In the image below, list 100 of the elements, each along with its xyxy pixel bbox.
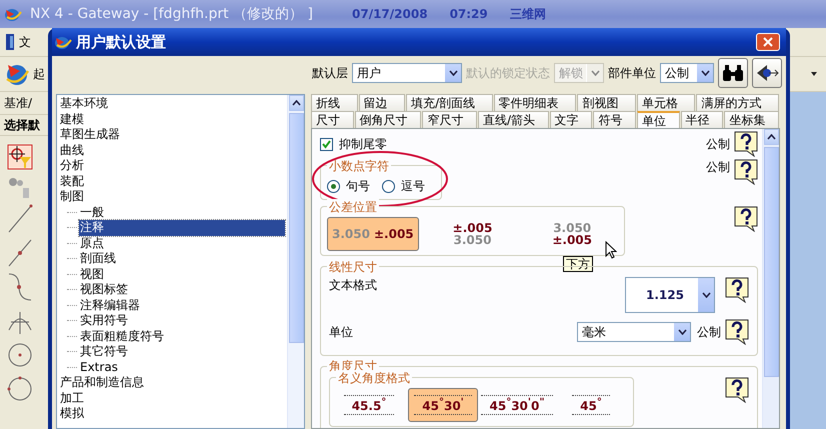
standard-label: 公制 (697, 324, 721, 340)
close-icon (763, 37, 773, 47)
time-text: 07:29 (450, 7, 488, 21)
tree-item[interactable]: 注释编辑器 (79, 298, 285, 313)
tree-item[interactable]: 视图 (79, 266, 285, 282)
radio-label: 句号 (346, 178, 370, 195)
tab[interactable]: 剖视图 (577, 94, 636, 111)
chevron-down-icon (448, 70, 458, 76)
chevron-up-icon[interactable] (292, 100, 300, 106)
radio-label: 逗号 (401, 178, 425, 195)
tolerance-option[interactable]: 3.050 ±.005 (426, 217, 518, 251)
text-format-label: 文本格式 (329, 277, 377, 294)
tolerance-option[interactable]: 3.050 ±.005 (327, 217, 419, 251)
angle-format-option[interactable]: 45$^{°}$30$^{'}$0$^{"}$ (482, 388, 552, 422)
tab[interactable]: 留边 (358, 94, 406, 111)
tab[interactable]: 符号 (593, 111, 636, 128)
tree-item[interactable]: Extras (79, 360, 285, 375)
help-icon[interactable] (725, 277, 749, 303)
tree-item[interactable]: 建模 (59, 112, 285, 127)
app-logo-icon (4, 6, 22, 22)
tree-item[interactable]: 注释 (79, 220, 285, 236)
chevron-down-icon (700, 70, 710, 76)
tree-item[interactable]: 曲线 (59, 142, 285, 158)
binoculars-icon (722, 64, 744, 82)
lock-state-label: 默认的锁定状态 (466, 64, 550, 82)
tab[interactable]: 满屏的方式 (696, 94, 779, 111)
tab[interactable]: 文字 (550, 111, 592, 128)
tolerance-option[interactable]: 3.050 ±.005 (526, 217, 618, 251)
angle-format-option[interactable]: 45.5$^{°}$ (334, 388, 404, 422)
radio-button[interactable] (327, 180, 340, 193)
angle-format-option[interactable]: 45$^{°}$ (556, 388, 626, 422)
selection-label: 选择默 (4, 116, 40, 134)
find-button[interactable] (718, 58, 748, 88)
part-units-dropdown[interactable]: 公制 (660, 63, 714, 83)
tree-item[interactable]: 实用符号 (79, 313, 285, 328)
selection-filter-icon[interactable] (7, 144, 33, 170)
radio-button[interactable] (382, 180, 395, 193)
dialog-title: 用户默认设置 (76, 32, 166, 52)
tab[interactable]: 单位 (636, 111, 680, 128)
tab[interactable]: 尺寸 (311, 111, 354, 128)
tab[interactable]: 坐标集 (724, 111, 779, 128)
layer-dropdown[interactable]: 用户 (352, 63, 462, 83)
group-title: 小数点字符 (327, 158, 391, 175)
part-units-label: 部件单位 (608, 64, 656, 82)
close-button[interactable] (756, 33, 780, 51)
scrollbar[interactable] (287, 95, 304, 428)
tree-item[interactable]: 剖面线 (79, 251, 285, 266)
layer-label: 默认层 (312, 64, 348, 82)
tree-item[interactable]: 表面粗糙度符号 (79, 328, 285, 344)
chevron-down-icon (590, 70, 600, 76)
tree-item[interactable]: 模拟 (59, 406, 285, 422)
help-icon[interactable] (734, 159, 758, 185)
scrollbar[interactable] (762, 129, 779, 428)
angle-format-option[interactable]: 45$^{°}$30$^{'}$ (408, 388, 478, 422)
tree-item[interactable]: 装配 (59, 174, 285, 189)
tree-item[interactable]: 产品和制造信息 (59, 375, 285, 390)
group-title: 公差位置 (327, 199, 379, 216)
tree-item[interactable]: 基本环境 (59, 96, 285, 112)
eye-arrow-icon (755, 63, 779, 83)
menu-item[interactable]: 文 (19, 34, 31, 50)
toolbar-item[interactable]: 起 (33, 66, 45, 82)
unit-dropdown[interactable]: 毫米 (577, 322, 691, 342)
tree-item[interactable]: 其它符号 (79, 344, 285, 360)
help-icon[interactable] (734, 131, 758, 157)
caret-icon[interactable] (810, 71, 818, 77)
help-icon[interactable] (734, 206, 758, 232)
tab[interactable]: 半径 (680, 111, 724, 128)
settings-button[interactable] (752, 58, 782, 88)
tab[interactable]: 填充/剖面线 (406, 94, 493, 111)
tree-item[interactable]: 草图生成器 (59, 127, 285, 142)
text-format-dropdown[interactable]: 1.125 (625, 277, 715, 313)
chevron-up-icon[interactable] (766, 134, 776, 140)
help-icon[interactable] (725, 319, 749, 345)
line-icon[interactable] (7, 204, 33, 234)
curve-icon[interactable] (7, 272, 33, 302)
tree-item[interactable]: 视图标签 (79, 282, 285, 298)
standard-label: 公制 (706, 136, 730, 152)
tree-item[interactable]: 制图 (59, 189, 285, 204)
help-icon[interactable] (725, 377, 749, 403)
chevron-down-icon (702, 292, 710, 298)
app-logo-icon (54, 34, 72, 50)
tab[interactable]: 折线 (311, 94, 358, 111)
tree-item[interactable]: 分析 (59, 158, 285, 174)
tree-item[interactable]: 加工 (59, 390, 285, 406)
toolbar-label[interactable]: 基准/ (4, 94, 32, 112)
tree-item[interactable]: 一般 (79, 204, 285, 220)
standard-label: 公制 (706, 159, 730, 176)
tab[interactable]: 零件明细表 (494, 94, 576, 111)
tab[interactable]: 单元格 (636, 94, 696, 111)
window-title: NX 4 - Gateway - [fdghfh.prt （修改的） ] (30, 5, 314, 23)
line-icon[interactable] (7, 238, 33, 268)
checkbox[interactable] (320, 138, 333, 150)
tab[interactable]: 倒角尺寸 (354, 111, 422, 128)
mouse-pointer-icon (605, 241, 617, 259)
unit-label: 单位 (329, 324, 353, 340)
tab[interactable]: 直线/箭头 (478, 111, 549, 128)
tab[interactable]: 窄尺寸 (422, 111, 477, 128)
tree-item[interactable]: 原点 (79, 236, 285, 251)
door-icon (4, 33, 16, 51)
checkbox-label: 抑制尾零 (339, 136, 387, 152)
